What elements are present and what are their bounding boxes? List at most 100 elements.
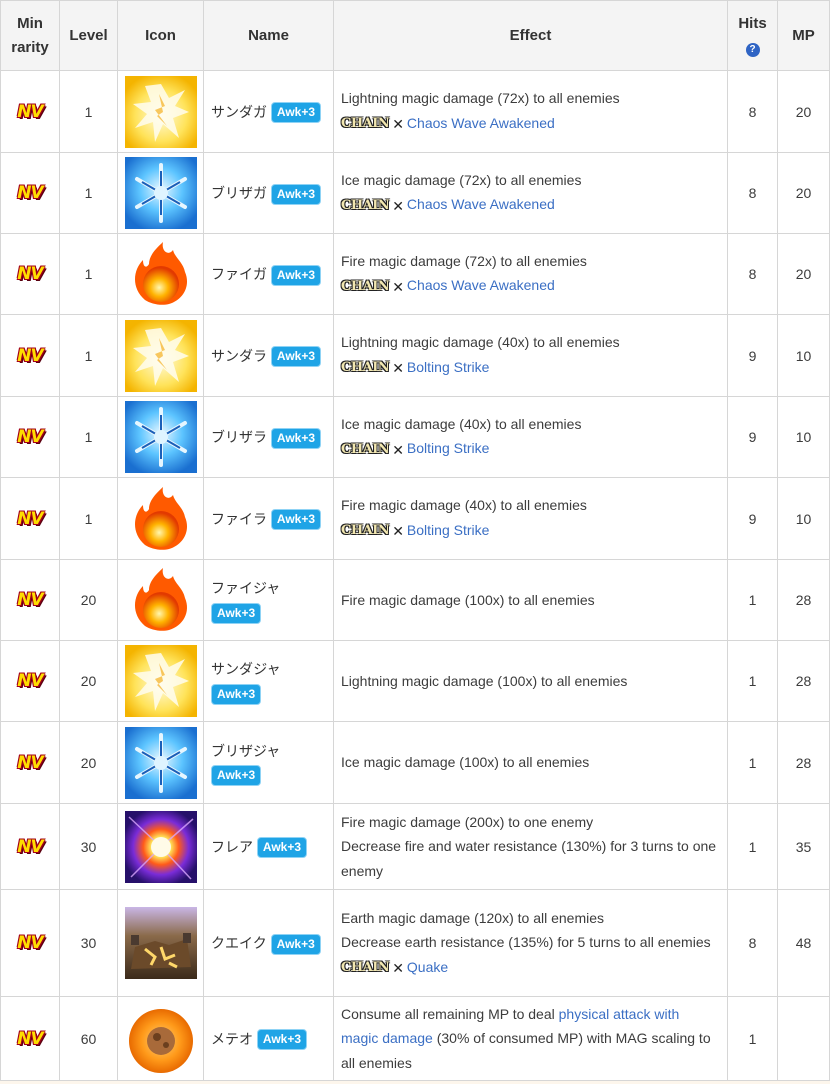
effect-line: Fire magic damage (72x) to all enemies [341,252,587,269]
name-cell: ブリザガ Awk+3 [203,152,334,234]
header-effect: Effect [333,0,728,71]
chain-link[interactable]: Bolting Strike [407,522,489,538]
table-header-row: Min rarity Level Icon Name Effect Hits ?… [0,0,830,71]
icon-cell [117,477,204,560]
awk-badge: Awk+3 [270,346,322,368]
effect-line: Lightning magic damage (40x) to all enem… [341,334,620,351]
effect-cell: Ice magic damage (72x) to all enemies CHA… [333,152,728,234]
effect-cell: Lightning magic damage (72x) to all enem… [333,70,728,153]
header-level[interactable]: Level [59,0,118,71]
chain-link[interactable]: Chaos Wave Awakened [407,115,555,131]
ability-name[interactable]: サンダジャ [211,661,281,677]
icon-cell [117,559,204,641]
nv-rarity-icon: NV [17,264,43,284]
ability-name[interactable]: クエイク [211,935,267,951]
hits-cell: 9 [727,396,778,478]
ability-name[interactable]: ブリザジャ [211,743,280,759]
effect-line: Ice magic damage (72x) to all enemies [341,171,582,188]
table-row: NV 60 メテオ Awk+3 Consume all remaining MP t… [0,996,830,1081]
awk-badge: Awk+3 [270,183,322,205]
chain-line: CHAIN ✕ Chaos Wave Awakened [341,192,720,218]
effect-line: Fire magic damage (40x) to all enemies [341,497,587,514]
nv-rarity-icon: NV [17,508,43,529]
name-cell: ファイジャ Awk+3 [203,559,334,641]
header-min-rarity[interactable]: Min rarity [0,0,60,71]
effect-line: Lightning magic damage (72x) to all enem… [341,90,620,107]
nv-rarity-icon: NV [17,183,43,203]
name-cell: サンダガ Awk+3 [203,70,334,153]
name-cell: メテオ Awk+3 [203,996,334,1081]
awk-badge: Awk+3 [270,427,322,449]
icon-cell [117,70,204,153]
mp-cell: 28 [777,721,830,804]
table-row: NV 20 ファイジャ Awk+3 Fire magic damage (100x) … [0,559,830,641]
level-cell: 1 [59,477,118,560]
effect-line: Fire magic damage (100x) to all enemies [341,591,595,608]
chain-link[interactable]: Quake [407,959,448,975]
ability-name[interactable]: メテオ [211,1031,253,1047]
effect-cell: Fire magic damage (40x) to all enemies CH… [333,477,728,560]
hits-cell: 1 [727,803,778,890]
ability-name[interactable]: ブリザガ [211,185,267,201]
rarity-cell: NV [0,559,60,641]
name-cell: フレア Awk+3 [203,803,334,890]
fire-ability-icon[interactable] [124,238,197,310]
effect-cell: Ice magic damage (40x) to all enemies CHA… [333,396,728,478]
chain-link[interactable]: Chaos Wave Awakened [407,277,555,293]
awk-badge: Awk+3 [270,102,322,124]
fire-ability-icon[interactable] [124,564,197,636]
header-mp[interactable]: MP [777,0,830,71]
cross-icon: ✕ [392,523,404,540]
effect-line: Lightning magic damage (100x) to all ene… [341,672,628,689]
mp-cell: 28 [777,559,830,641]
ability-name[interactable]: ファイガ [211,266,267,282]
hits-cell: 1 [727,721,778,804]
chain-link[interactable]: Bolting Strike [407,440,489,456]
name-cell: サンダジャ Awk+3 [203,640,334,722]
hits-cell: 8 [727,152,778,234]
ability-name[interactable]: ファイジャ [211,580,280,596]
ability-name[interactable]: フレア [211,839,253,855]
header-hits[interactable]: Hits ? [727,0,778,71]
flare-ability-icon[interactable] [124,810,197,883]
ability-table: Min rarity Level Icon Name Effect Hits ?… [0,0,830,1081]
table-row: NV 1 ブリザガ Awk+3 Ice magic damage (72x) to … [0,152,830,234]
cross-icon: ✕ [392,360,404,377]
nv-rarity-icon: NV [17,1028,43,1049]
lightning-ability-icon[interactable] [124,75,197,148]
ice-ability-icon[interactable] [124,726,197,799]
nv-rarity-icon: NV [17,933,43,953]
header-name[interactable]: Name [203,0,334,71]
lightning-ability-icon[interactable] [124,319,197,392]
ability-name[interactable]: ブリザラ [211,429,267,445]
effect-cell: Fire magic damage (200x) to one enemy Dec… [333,803,728,890]
cross-icon: ✕ [392,197,404,214]
chain-icon: CHAIN [341,197,390,213]
ability-name[interactable]: サンダガ [211,104,267,120]
level-cell: 60 [59,996,118,1081]
ice-ability-icon[interactable] [124,157,197,229]
rarity-cell: NV [0,996,60,1081]
icon-cell [117,233,204,315]
rarity-cell: NV [0,233,60,315]
ability-name[interactable]: サンダラ [211,348,267,364]
chain-line: CHAIN ✕ Chaos Wave Awakened [341,273,720,299]
mp-cell: 10 [777,314,830,397]
lightning-ability-icon[interactable] [124,645,197,717]
effect-cell: Lightning magic damage (40x) to all enem… [333,314,728,397]
effect-cell: Ice magic damage (100x) to all enemies [333,721,728,804]
help-icon[interactable]: ? [745,42,760,57]
level-cell: 1 [59,152,118,234]
chain-link[interactable]: Chaos Wave Awakened [407,196,555,212]
chain-link[interactable]: Bolting Strike [407,359,489,375]
hits-cell: 8 [727,233,778,315]
ice-ability-icon[interactable] [124,401,197,473]
effect-line: Ice magic damage (40x) to all enemies [341,415,582,432]
icon-cell [117,152,204,234]
quake-ability-icon[interactable] [124,907,197,979]
fire-ability-icon[interactable] [124,482,197,555]
effect-line: Ice magic damage (100x) to all enemies [341,754,590,771]
meteor-ability-icon[interactable] [124,1002,197,1075]
awk-badge: Awk+3 [270,933,321,955]
ability-name[interactable]: ファイラ [211,511,267,527]
